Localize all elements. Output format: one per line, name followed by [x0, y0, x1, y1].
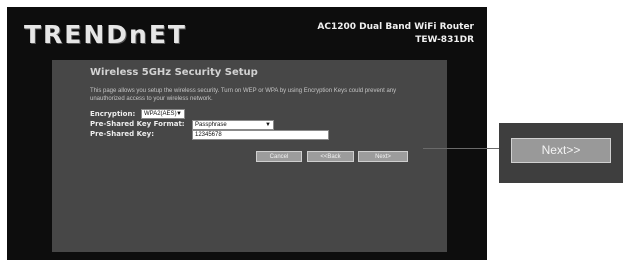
cancel-button[interactable]: Cancel: [256, 151, 302, 162]
next-button[interactable]: Next>: [358, 151, 408, 162]
page-title: Wireless 5GHz Security Setup: [90, 67, 258, 78]
key-format-select-value: Passphrase: [195, 122, 227, 128]
psk-input[interactable]: 12345678: [192, 130, 329, 140]
encryption-select-value: WPA2(AES): [144, 111, 177, 117]
router-setup-window: TRENDnET AC1200 Dual Band WiFi Router TE…: [7, 7, 487, 260]
key-format-label: Pre-Shared Key Format:: [90, 120, 185, 128]
callout-zoom-box: Next>>: [499, 123, 623, 183]
page-description: This page allows you setup the wireless …: [90, 88, 397, 102]
encryption-label: Encryption:: [90, 110, 136, 118]
psk-label: Pre-Shared Key:: [90, 130, 155, 138]
back-button[interactable]: <<Back: [307, 151, 354, 162]
product-line-label: AC1200 Dual Band WiFi Router: [317, 22, 474, 32]
security-setup-panel: Wireless 5GHz Security Setup This page a…: [52, 60, 447, 252]
key-format-select[interactable]: Passphrase ▼: [192, 120, 274, 130]
dropdown-arrow-icon: ▼: [176, 111, 182, 117]
callout-pointer-line: [423, 148, 503, 149]
trendnet-logo: TRENDnET: [24, 20, 187, 49]
encryption-select[interactable]: WPA2(AES) ▼: [141, 109, 185, 119]
dropdown-arrow-icon: ▼: [265, 122, 271, 128]
model-number-label: TEW-831DR: [415, 35, 474, 45]
callout-next-button[interactable]: Next>>: [511, 138, 611, 163]
